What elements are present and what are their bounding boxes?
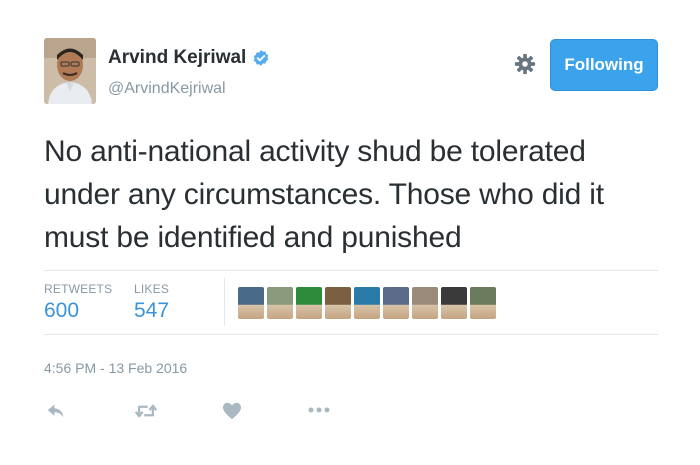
tweet-text-line: under any circumstances. Those who did i… [44, 178, 604, 211]
likes-stat[interactable]: LIKES 547 [134, 282, 169, 323]
reply-icon[interactable] [46, 402, 66, 420]
avatar-photo [44, 38, 96, 104]
user-handle[interactable]: @ArvindKejriwal [108, 80, 226, 98]
tweet-timestamp[interactable]: 4:56 PM - 13 Feb 2016 [44, 360, 187, 376]
user-avatar[interactable] [44, 38, 96, 104]
liker-avatar[interactable] [470, 287, 496, 319]
liker-avatars [238, 287, 496, 319]
more-icon[interactable] [308, 406, 330, 414]
divider [44, 270, 658, 271]
liker-avatar[interactable] [441, 287, 467, 319]
liker-avatar[interactable] [412, 287, 438, 319]
liker-avatar[interactable] [325, 287, 351, 319]
verified-badge-icon [253, 50, 269, 66]
retweets-count[interactable]: 600 [44, 299, 112, 323]
tweet-text: No anti-national activity shud be tolera… [44, 130, 654, 259]
liker-avatar[interactable] [267, 287, 293, 319]
liker-avatar[interactable] [238, 287, 264, 319]
likes-label: LIKES [134, 282, 170, 296]
retweets-stat[interactable]: RETWEETS 600 [44, 282, 112, 323]
liker-avatar[interactable] [354, 287, 380, 319]
divider [44, 334, 658, 335]
retweet-icon[interactable] [134, 402, 158, 420]
liker-avatar[interactable] [296, 287, 322, 319]
tweet-text-line: must be identified and punished [44, 221, 462, 254]
user-name-row[interactable]: Arvind Kejriwal [108, 47, 270, 69]
tweet-text-line: No anti-national activity shud be tolera… [44, 135, 586, 168]
stats-divider [224, 278, 225, 326]
likes-count[interactable]: 547 [134, 299, 169, 323]
gear-icon[interactable] [514, 53, 536, 75]
heart-icon[interactable] [222, 402, 242, 420]
retweets-label: RETWEETS [44, 282, 113, 296]
user-name[interactable]: Arvind Kejriwal [108, 47, 246, 69]
liker-avatar[interactable] [383, 287, 409, 319]
following-button[interactable]: Following [550, 39, 658, 91]
